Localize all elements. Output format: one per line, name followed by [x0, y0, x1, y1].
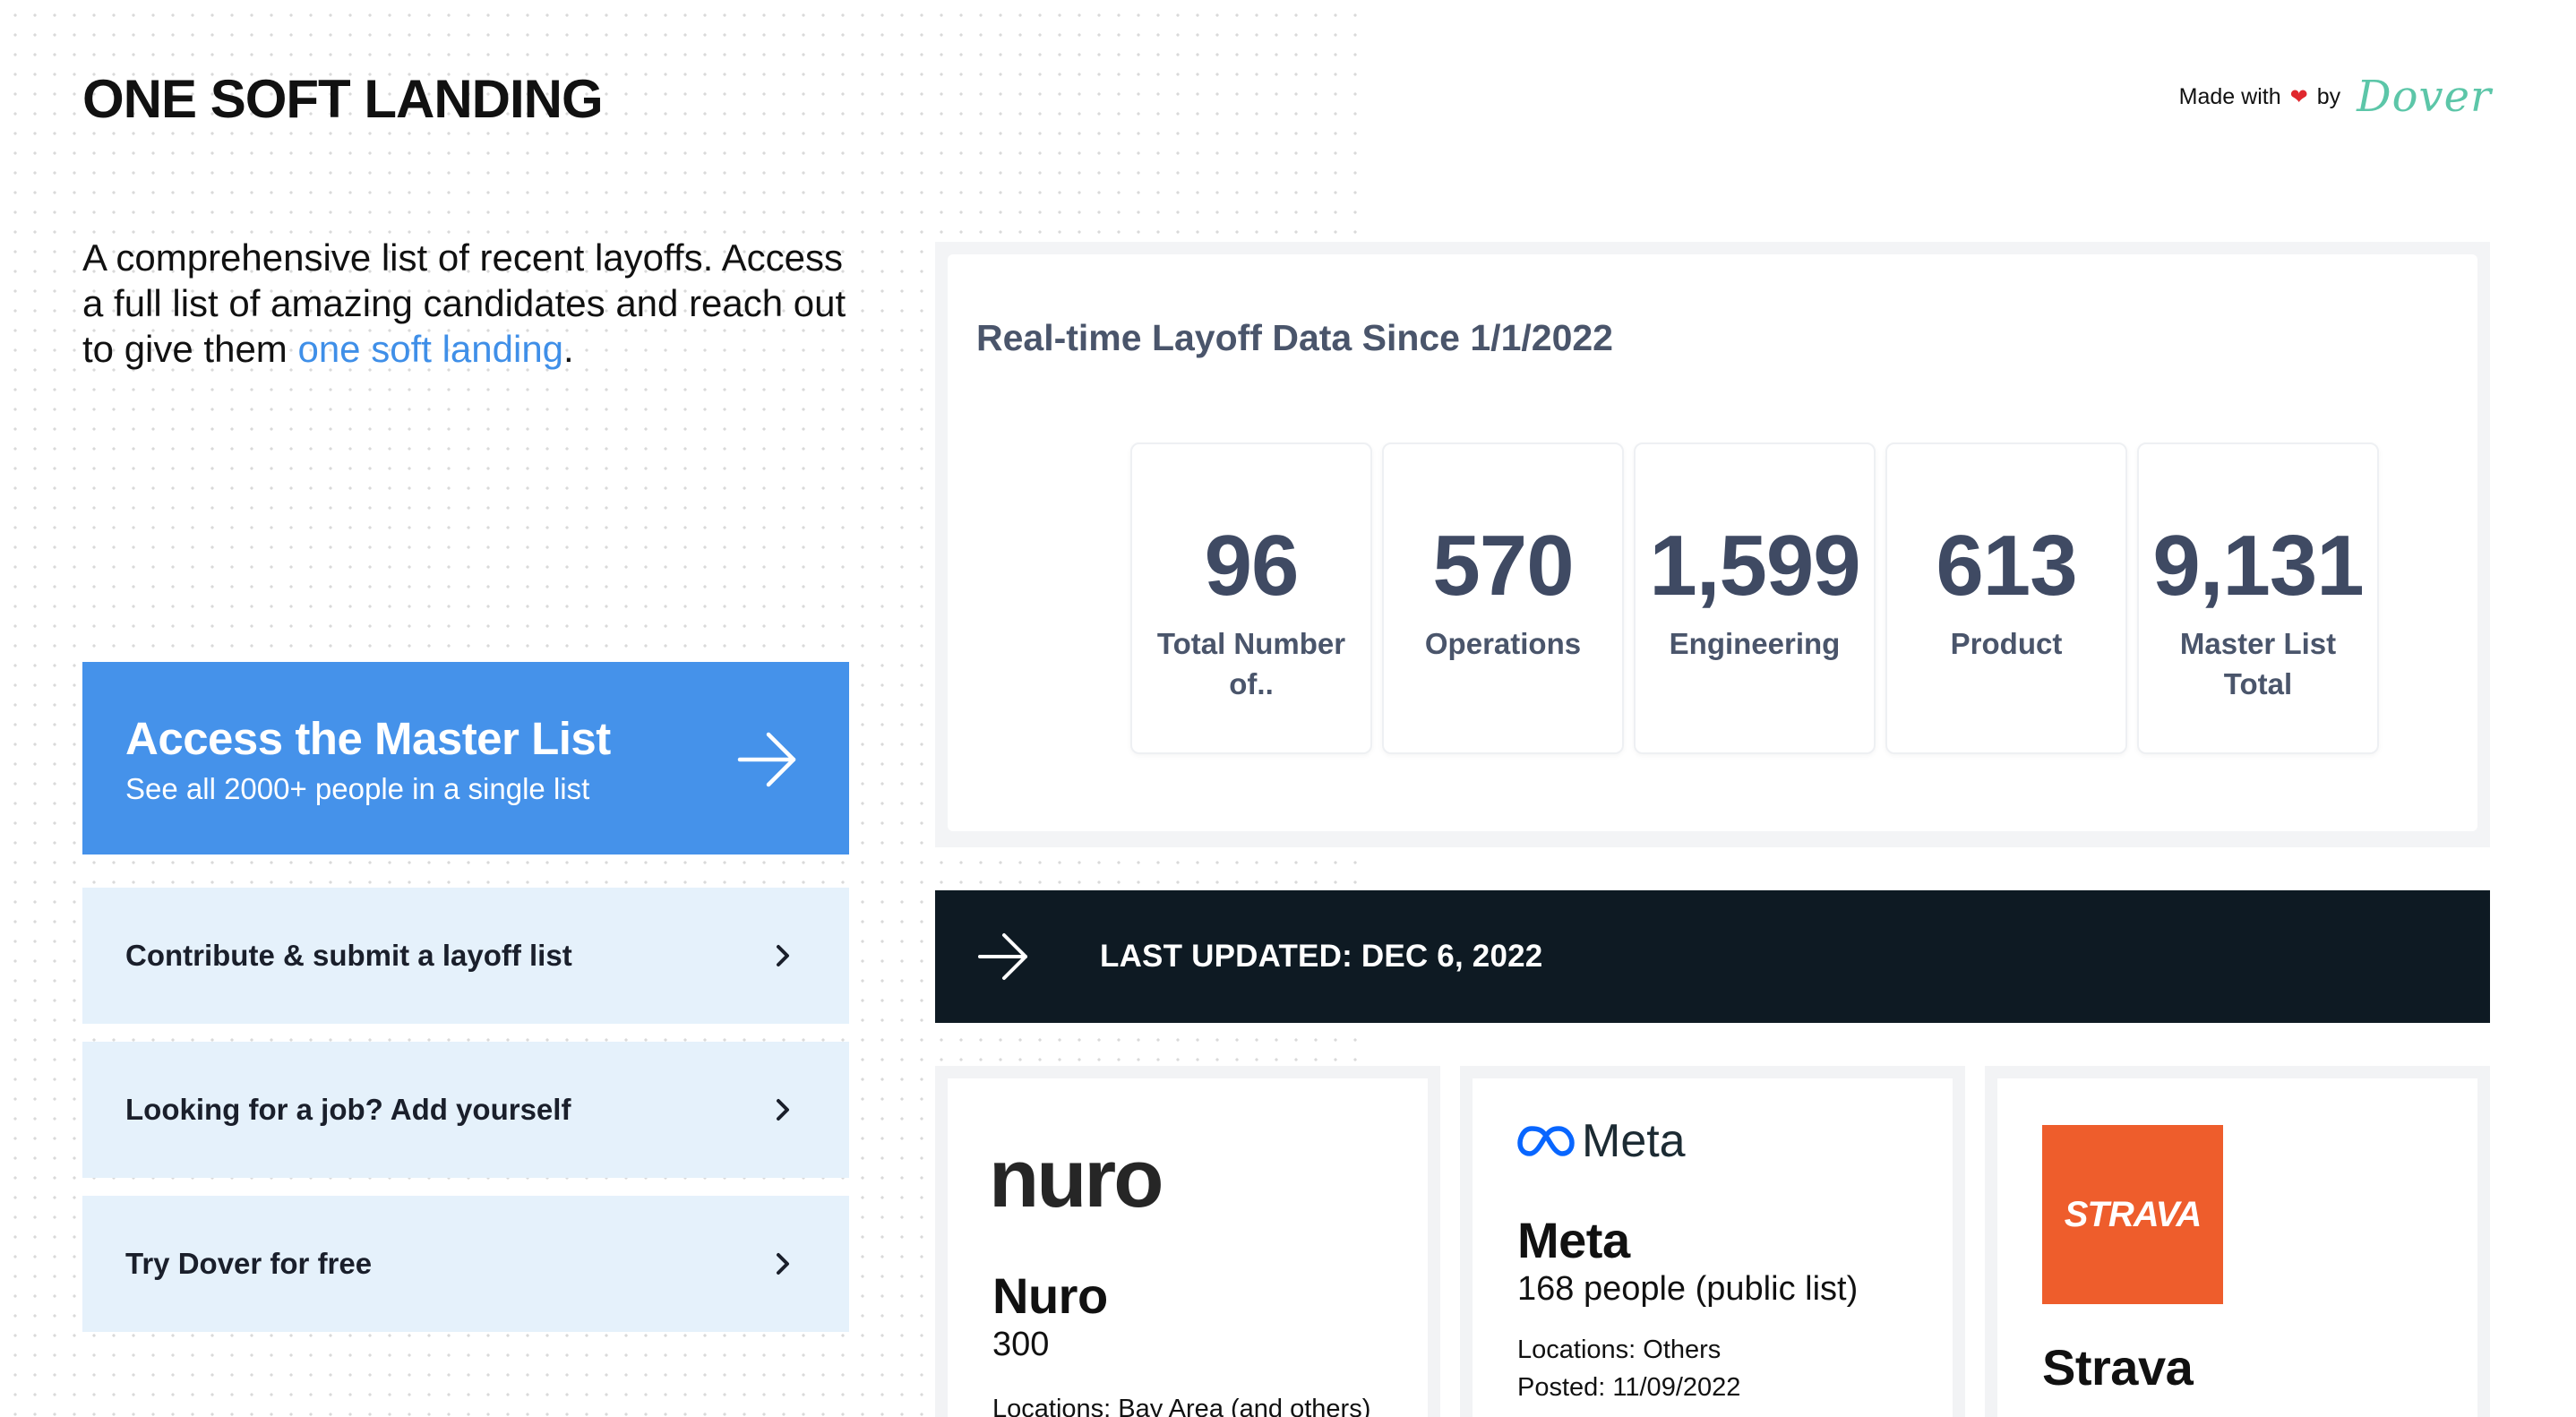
- layoff-stats-panel: Real-time Layoff Data Since 1/1/2022 96 …: [935, 242, 2490, 847]
- stat-value: 613: [1936, 518, 2077, 614]
- stat-label: Engineering: [1669, 627, 1841, 660]
- last-updated-bar: LAST UPDATED: DEC 6, 2022: [935, 890, 2490, 1023]
- try-dover-label: Try Dover for free: [125, 1247, 373, 1280]
- company-card-nuro[interactable]: nuro Nuro 300 Locations: Bay Area (and o…: [935, 1066, 1440, 1417]
- arrow-right-icon: [978, 933, 1027, 980]
- last-updated-text: LAST UPDATED: DEC 6, 2022: [1100, 939, 1543, 974]
- arrow-right-icon: [737, 732, 796, 787]
- stat-value: 570: [1432, 518, 1574, 614]
- meta-infinity-icon: [1517, 1126, 1575, 1156]
- strava-logo: STRAVA: [2042, 1125, 2223, 1304]
- company-count: 300: [992, 1326, 1050, 1363]
- contribute-label: Contribute & submit a layoff list: [125, 939, 572, 972]
- company-name: Strava: [2042, 1339, 2194, 1396]
- made-with-dover-badge[interactable]: Made with ❤ by Dover: [2179, 72, 2492, 122]
- stat-label: Product: [1950, 627, 2063, 660]
- stat-value: 9,131: [2152, 518, 2364, 614]
- company-card-meta[interactable]: Meta Meta 168 people (public list) Locat…: [1460, 1066, 1965, 1417]
- company-card-body: STRAVA Strava: [1997, 1078, 2477, 1417]
- chevron-right-icon: [777, 945, 789, 966]
- stat-value: 1,599: [1649, 518, 1860, 614]
- meta-logo: Meta: [1517, 1114, 1686, 1168]
- dover-logo[interactable]: Dover: [2357, 72, 2492, 122]
- stat-value: 96: [1204, 518, 1300, 614]
- try-dover-button[interactable]: Try Dover for free: [82, 1196, 849, 1332]
- company-card-strava[interactable]: STRAVA Strava: [1985, 1066, 2490, 1417]
- company-posted-date: Posted: 11/09/2022: [1517, 1373, 1741, 1402]
- company-count: 168 people (public list): [1517, 1270, 1859, 1308]
- stat-label: Master List Total: [2179, 627, 2337, 700]
- stat-engineering: 1,599 Engineering: [1634, 442, 1876, 754]
- add-yourself-button[interactable]: Looking for a job? Add yourself: [82, 1042, 849, 1178]
- company-card-body: nuro Nuro 300 Locations: Bay Area (and o…: [948, 1078, 1428, 1417]
- add-yourself-label: Looking for a job? Add yourself: [125, 1093, 571, 1126]
- nuro-logo: nuro: [989, 1133, 1163, 1224]
- stat-product: 613 Product: [1885, 442, 2127, 754]
- made-with-text: Made with: [2178, 83, 2281, 109]
- company-name: Nuro: [992, 1267, 1108, 1324]
- stats-heading: Real-time Layoff Data Since 1/1/2022: [976, 317, 1613, 358]
- chevron-right-icon: [777, 1253, 789, 1275]
- stat-total-companies: 96 Total Number of..: [1130, 442, 1372, 754]
- heart-icon: ❤: [2289, 84, 2308, 109]
- stat-master-list-total: 9,131 Master List Total: [2137, 442, 2379, 754]
- one-soft-landing-link[interactable]: one soft landing: [297, 328, 563, 370]
- layoff-stats-card: Real-time Layoff Data Since 1/1/2022 96 …: [948, 254, 2477, 831]
- company-locations: Locations: Bay Area (and others): [992, 1395, 1371, 1417]
- stat-operations: 570 Operations: [1382, 442, 1624, 754]
- stat-label: Total Number of..: [1156, 627, 1346, 700]
- access-master-list-button[interactable]: Access the Master List See all 2000+ peo…: [82, 662, 849, 854]
- chevron-right-icon: [777, 1099, 789, 1121]
- intro-end: .: [563, 328, 574, 370]
- company-name: Meta: [1517, 1212, 1630, 1268]
- by-text: by: [2316, 83, 2341, 109]
- meta-logo-text: Meta: [1582, 1115, 1686, 1167]
- intro-paragraph: A comprehensive list of recent layoffs. …: [82, 235, 853, 372]
- contribute-layoff-list-button[interactable]: Contribute & submit a layoff list: [82, 888, 849, 1024]
- company-card-body: Meta Meta 168 people (public list) Locat…: [1473, 1078, 1953, 1417]
- stat-label: Operations: [1424, 627, 1582, 660]
- company-locations: Locations: Others: [1517, 1335, 1722, 1364]
- site-title: ONE SOFT LANDING: [82, 69, 604, 129]
